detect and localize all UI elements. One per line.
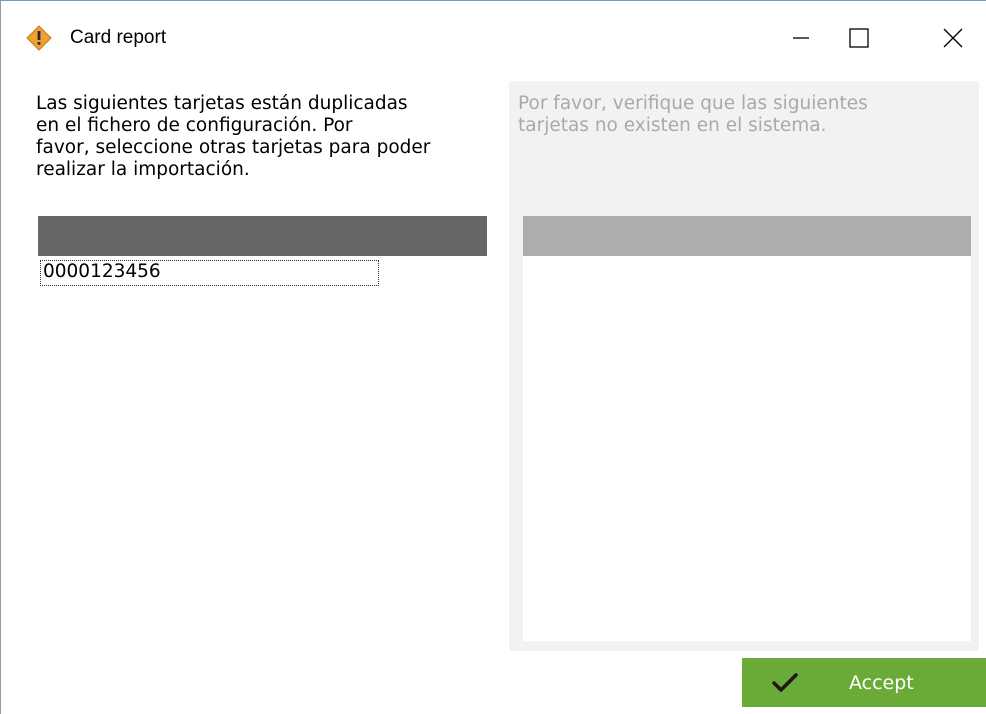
- close-button[interactable]: [923, 15, 983, 65]
- duplicated-cards-list[interactable]: 0000123456: [38, 216, 487, 686]
- list-item[interactable]: 0000123456: [40, 260, 379, 286]
- duplicated-cards-list-header: [38, 216, 487, 256]
- warning-diamond-icon: [26, 25, 52, 51]
- checkmark-icon: [772, 672, 798, 694]
- minimize-button[interactable]: [771, 15, 831, 65]
- existing-cards-list-header: [523, 216, 971, 256]
- existing-cards-message: Por favor, verifique que las siguientes …: [518, 93, 868, 136]
- accept-label: Accept: [849, 672, 914, 694]
- card-report-dialog: Card report Las siguientes tarjetas está…: [0, 0, 986, 714]
- accept-button[interactable]: Accept: [742, 658, 986, 707]
- window-title: Card report: [70, 27, 167, 48]
- title-bar: Card report: [1, 1, 986, 79]
- existing-cards-panel: Por favor, verifique que las siguientes …: [509, 81, 979, 651]
- duplicated-cards-message: Las siguientes tarjetas están duplicadas…: [36, 93, 431, 180]
- maximize-icon: [848, 27, 870, 53]
- maximize-button[interactable]: [829, 15, 889, 65]
- minimize-icon: [791, 28, 811, 52]
- close-icon: [942, 27, 964, 53]
- existing-cards-list: [523, 216, 971, 641]
